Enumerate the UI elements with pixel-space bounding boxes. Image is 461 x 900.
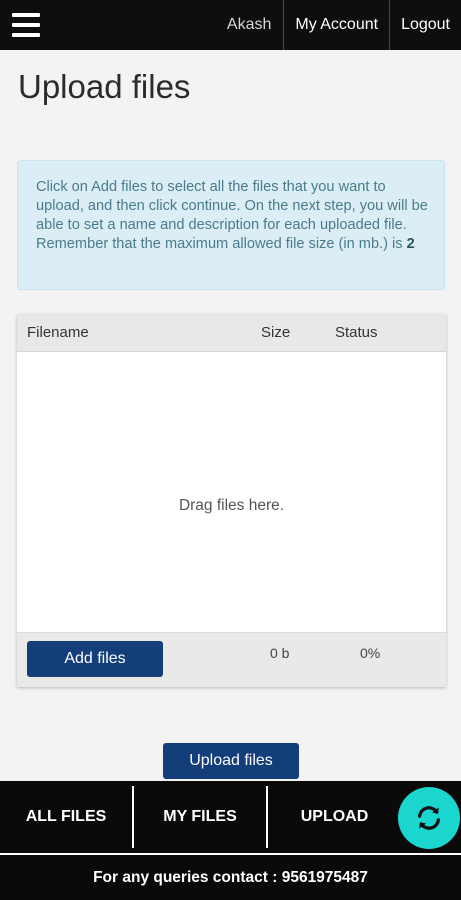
column-header-size: Size [261, 324, 291, 341]
refresh-icon [418, 806, 440, 830]
contact-footer: For any queries contact : 9561975487 [0, 853, 461, 900]
bottom-tab-bar: ALL FILES MY FILES UPLOAD [0, 781, 461, 853]
top-navbar: Akash My Account Logout [0, 0, 461, 50]
uploader-header: Filename Size Status [17, 314, 446, 352]
upload-files-button[interactable]: Upload files [163, 743, 299, 779]
refresh-button[interactable] [398, 787, 460, 849]
navbar-spacer [52, 0, 215, 50]
max-file-size-value: 2 [406, 236, 415, 252]
total-size: 0 b [270, 645, 290, 661]
page-title: Upload files [18, 68, 191, 105]
column-header-filename: Filename [27, 324, 89, 341]
column-header-status: Status [335, 324, 378, 341]
uploader-footer: Add files 0 b 0% [17, 632, 446, 687]
tab-all-files[interactable]: ALL FILES [0, 781, 132, 853]
add-files-button[interactable]: Add files [27, 641, 163, 677]
my-account-link[interactable]: My Account [284, 0, 389, 50]
logout-link[interactable]: Logout [390, 0, 461, 50]
tab-my-files[interactable]: MY FILES [134, 781, 266, 853]
upload-info-box: Click on Add files to select all the fil… [17, 160, 445, 290]
total-progress-percent: 0% [360, 645, 381, 661]
user-name[interactable]: Akash [215, 0, 283, 50]
upload-info-text: Click on Add files to select all the fil… [36, 179, 428, 252]
drop-zone-text: Drag files here. [178, 497, 285, 514]
file-uploader: Filename Size Status Drag files here. Ad… [17, 314, 446, 687]
hamburger-menu-icon[interactable] [0, 0, 52, 50]
tab-upload[interactable]: UPLOAD [268, 781, 401, 853]
file-drop-zone[interactable]: Drag files here. [17, 352, 446, 632]
